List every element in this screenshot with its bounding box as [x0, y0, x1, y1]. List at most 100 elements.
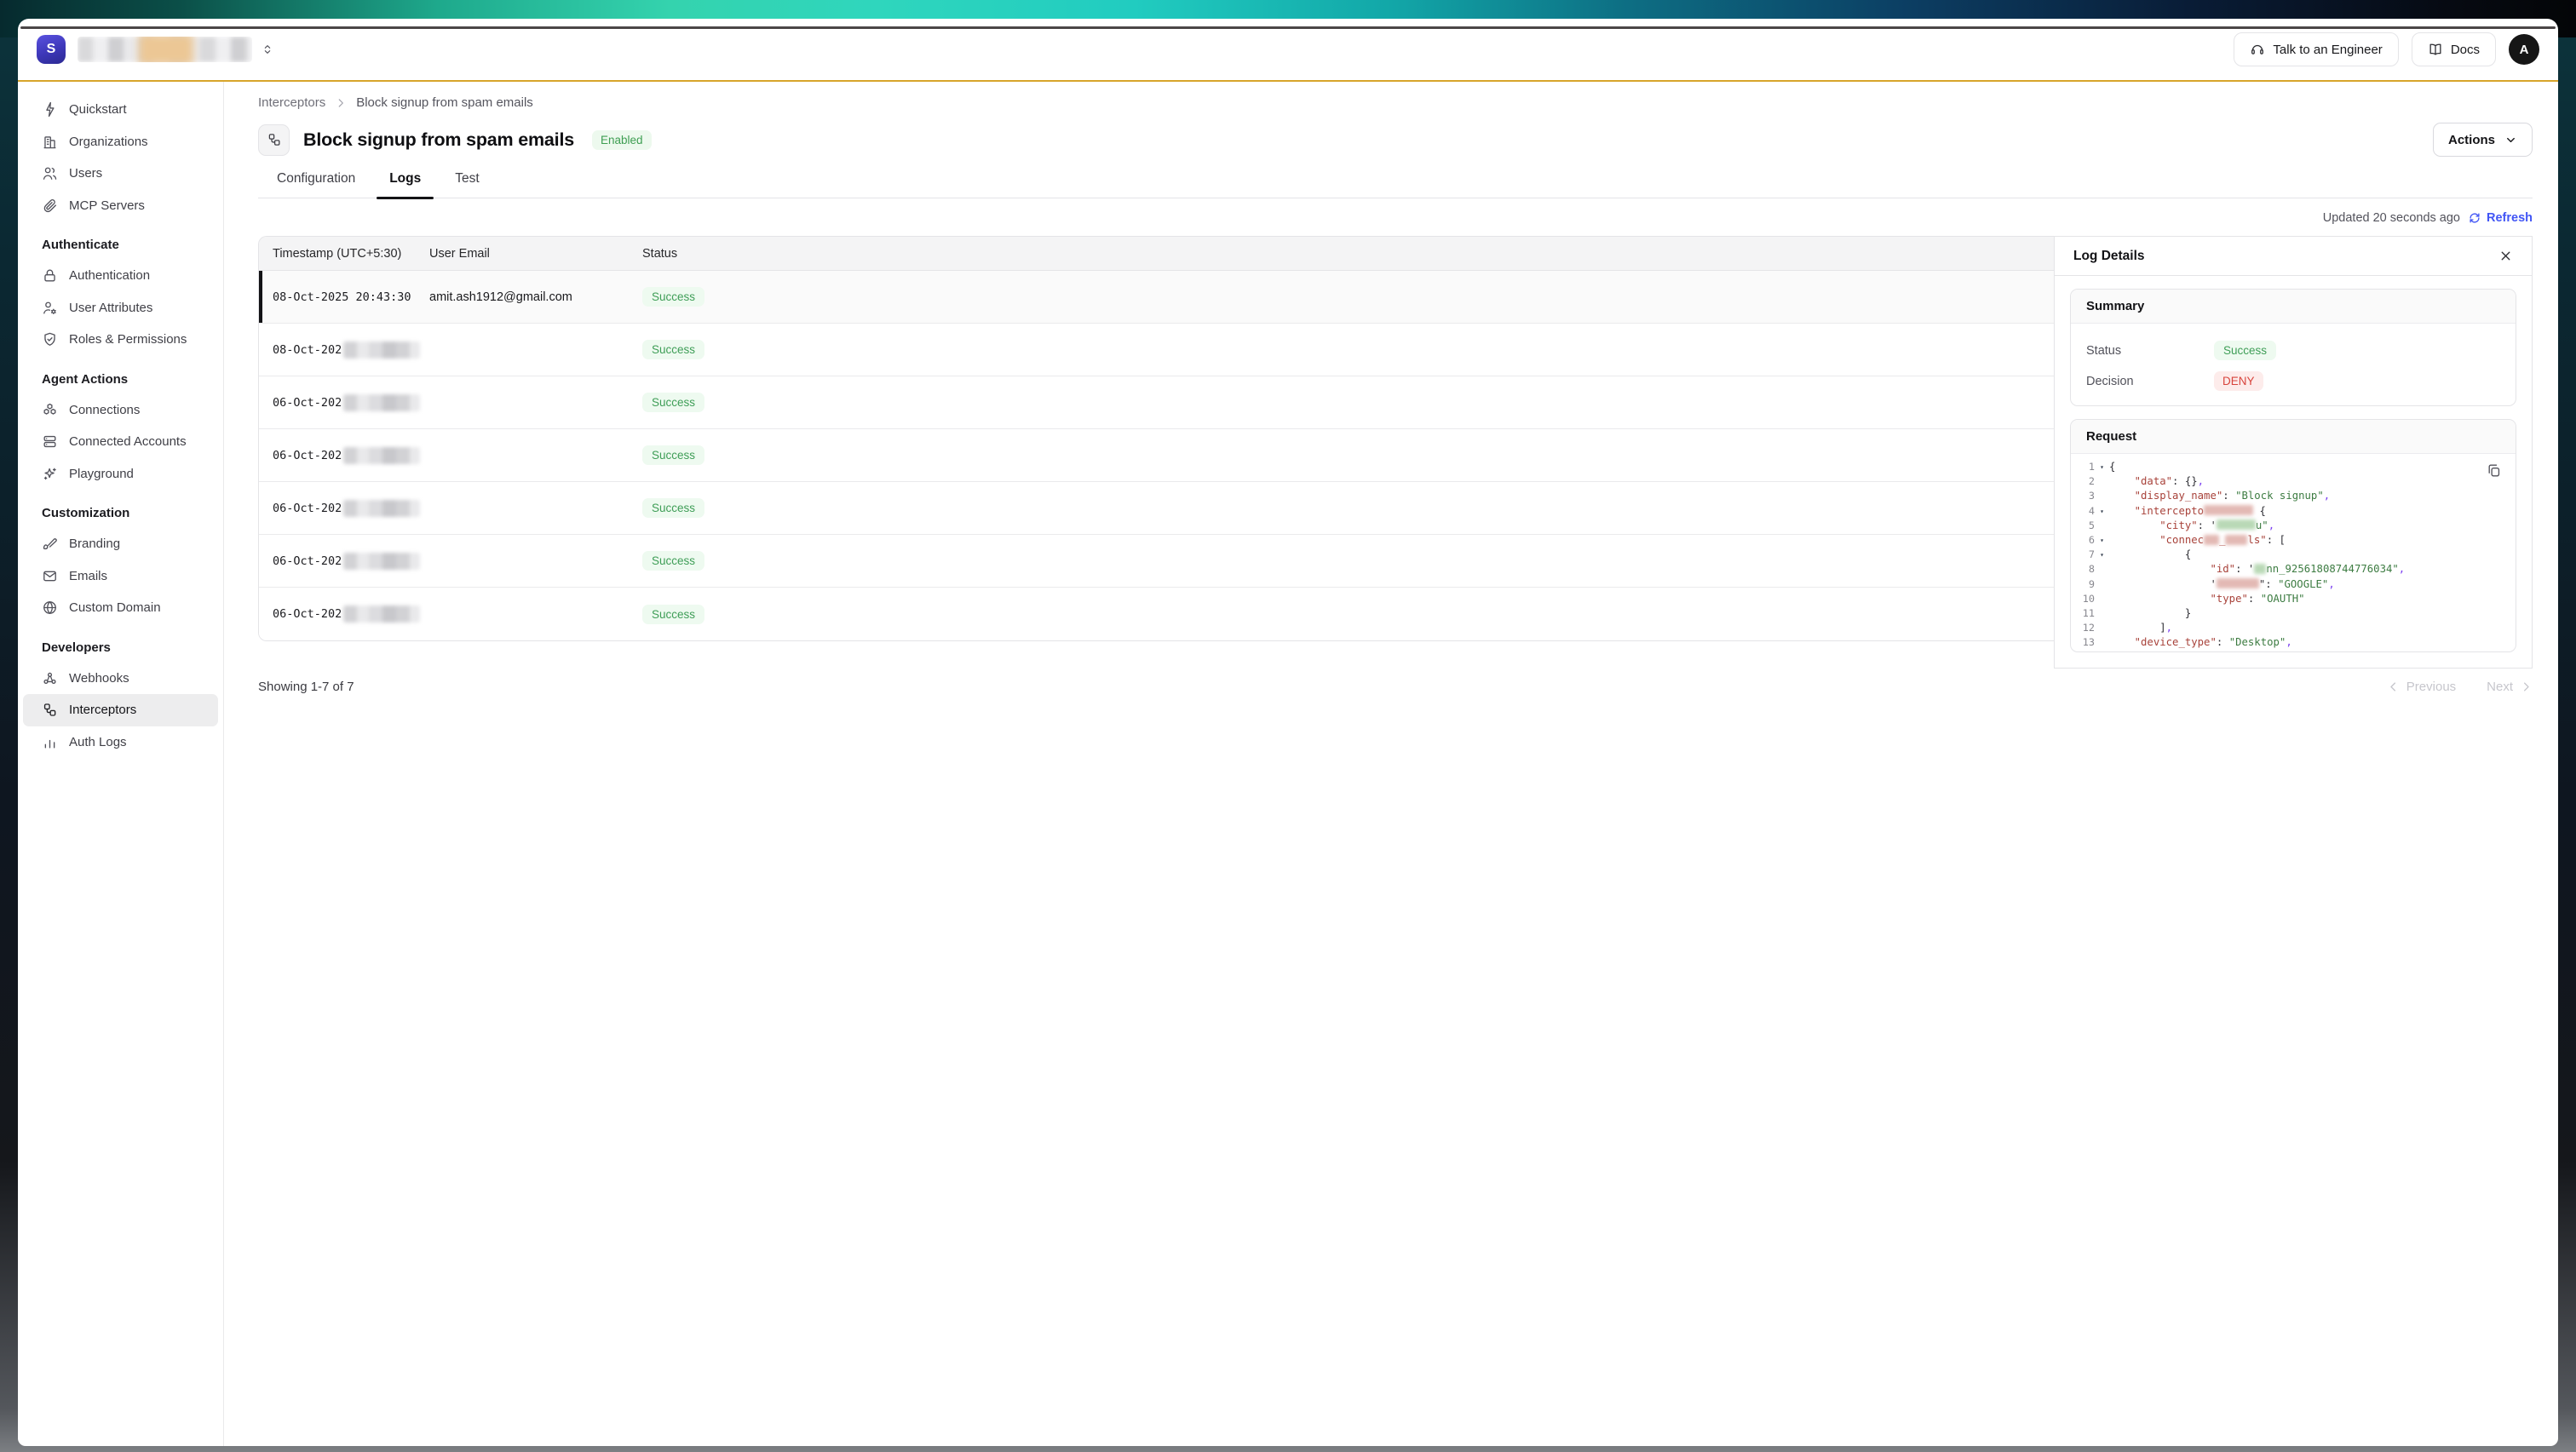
docs-button[interactable]: Docs [2412, 32, 2496, 66]
actions-button[interactable]: Actions [2433, 123, 2533, 157]
line-number: 1 [2071, 460, 2095, 474]
bolt-icon [42, 101, 58, 118]
sidebar-heading-developers: Developers [18, 624, 223, 663]
redacted-timestamp [343, 500, 420, 517]
sidebar-item-interceptors[interactable]: Interceptors [23, 694, 218, 726]
shield-check-icon [42, 331, 58, 347]
caret-spacer [2095, 592, 2109, 606]
json-line: 10 "type": "OAUTH" [2071, 592, 2516, 606]
table-row[interactable]: 06-Oct-202Success [259, 535, 2054, 588]
refresh-button[interactable]: Refresh [2468, 211, 2533, 225]
enabled-badge: Enabled [592, 130, 652, 150]
sidebar-item-roles-permissions[interactable]: Roles & Permissions [23, 324, 218, 356]
refresh-label: Refresh [2487, 211, 2533, 225]
cubes-icon [42, 402, 58, 418]
collapse-caret-icon[interactable]: ▾ [2095, 533, 2109, 548]
previous-button[interactable]: Previous [2387, 680, 2456, 694]
sidebar-item-authentication[interactable]: Authentication [23, 260, 218, 292]
page-header: Block signup from spam emails Enabled Ac… [258, 123, 2533, 157]
app-window: S Talk to an Engineer Docs A QuickstartO… [18, 19, 2558, 1446]
cell-timestamp: 06-Oct-202 [259, 447, 429, 464]
sidebar-item-custom-domain[interactable]: Custom Domain [23, 592, 218, 624]
json-line: 1▾{ [2071, 460, 2516, 474]
org-switcher-chevrons-icon[interactable] [261, 43, 274, 56]
sidebar-item-branding[interactable]: Branding [23, 528, 218, 560]
top-bar-actions: Talk to an Engineer Docs A [2234, 32, 2539, 66]
mail-icon [42, 568, 58, 584]
decision-badge: DENY [2214, 371, 2263, 391]
sidebar-item-label: Auth Logs [69, 735, 127, 749]
interceptor-icon [267, 132, 282, 147]
org-switcher-redacted[interactable] [78, 37, 252, 62]
redacted-json-value [2217, 519, 2256, 530]
table-row[interactable]: 06-Oct-202Success [259, 482, 2054, 535]
refresh-icon [2468, 211, 2481, 225]
sidebar-item-playground[interactable]: Playground [23, 458, 218, 491]
sidebar-item-label: Playground [69, 467, 134, 481]
chevron-right-icon [335, 97, 347, 109]
next-button[interactable]: Next [2487, 680, 2533, 694]
sidebar-item-emails[interactable]: Emails [23, 560, 218, 593]
cell-timestamp: 06-Oct-202 [259, 553, 429, 570]
sidebar-item-label: Branding [69, 537, 120, 551]
breadcrumb-parent[interactable]: Interceptors [258, 95, 325, 110]
sidebar-item-quickstart[interactable]: Quickstart [23, 94, 218, 126]
redacted-timestamp [343, 605, 420, 623]
sidebar-item-label: Connections [69, 403, 140, 417]
caret-spacer [2095, 519, 2109, 533]
sidebar-item-label: Authentication [69, 268, 150, 283]
log-details-header: Log Details [2055, 237, 2532, 276]
redacted-json-value [2204, 535, 2219, 545]
breadcrumb: Interceptors Block signup from spam emai… [258, 95, 2533, 110]
sidebar-item-webhooks[interactable]: Webhooks [23, 663, 218, 695]
table-body: 08-Oct-2025 20:43:30amit.ash1912@gmail.c… [259, 271, 2054, 640]
json-line: 9 '": "GOOGLE", [2071, 577, 2516, 592]
tab-configuration[interactable]: Configuration [277, 171, 355, 198]
caret-spacer [2095, 489, 2109, 503]
redaction-blur-accent [139, 37, 193, 62]
sidebar-item-connected-accounts[interactable]: Connected Accounts [23, 426, 218, 458]
tab-test[interactable]: Test [455, 171, 479, 198]
sidebar-item-label: Roles & Permissions [69, 332, 187, 347]
rows-icon [42, 433, 58, 450]
summary-row-decision: Decision DENY [2086, 371, 2500, 391]
json-line: 5 "city": 'u", [2071, 519, 2516, 533]
sidebar-item-auth-logs[interactable]: Auth Logs [23, 726, 218, 759]
cell-status: Success [642, 605, 2054, 624]
request-json-viewer: 1▾{2 "data": {},3 "display_name": "Block… [2071, 454, 2516, 651]
sidebar-item-organizations[interactable]: Organizations [23, 126, 218, 158]
close-icon[interactable] [2498, 249, 2513, 263]
interceptor-icon [42, 702, 58, 718]
sidebar-item-label: Emails [69, 569, 107, 583]
success-badge: Success [642, 340, 704, 359]
table-header-row: Timestamp (UTC+5:30) User Email Status [259, 237, 2054, 271]
collapse-caret-icon[interactable]: ▾ [2095, 460, 2109, 474]
tab-logs[interactable]: Logs [389, 171, 421, 198]
line-number: 10 [2071, 592, 2095, 606]
column-header-email: User Email [429, 247, 642, 261]
talk-to-engineer-button[interactable]: Talk to an Engineer [2234, 32, 2398, 66]
table-row[interactable]: 08-Oct-2025 20:43:30amit.ash1912@gmail.c… [259, 271, 2054, 324]
sidebar-item-mcp-servers[interactable]: MCP Servers [23, 190, 218, 222]
table-row[interactable]: 06-Oct-202Success [259, 376, 2054, 429]
table-row[interactable]: 06-Oct-202Success [259, 588, 2054, 640]
collapse-caret-icon[interactable]: ▾ [2095, 504, 2109, 519]
cell-email: amit.ash1912@gmail.com [429, 290, 642, 304]
talk-to-engineer-label: Talk to an Engineer [2273, 43, 2382, 57]
table-row[interactable]: 08-Oct-202Success [259, 324, 2054, 376]
collapse-caret-icon[interactable]: ▾ [2095, 548, 2109, 562]
sidebar-item-user-attributes[interactable]: User Attributes [23, 292, 218, 324]
line-number: 12 [2071, 621, 2095, 635]
copy-icon[interactable] [2486, 462, 2502, 479]
sidebar-item-label: Webhooks [69, 671, 129, 686]
redacted-json-value [2204, 505, 2253, 515]
paperclip-icon [42, 198, 58, 214]
table-row[interactable]: 06-Oct-202Success [259, 429, 2054, 482]
line-number: 3 [2071, 489, 2095, 503]
line-number: 13 [2071, 635, 2095, 650]
sidebar-item-connections[interactable]: Connections [23, 394, 218, 427]
logs-table: Timestamp (UTC+5:30) User Email Status 0… [258, 236, 2054, 641]
user-avatar[interactable]: A [2509, 34, 2539, 65]
sidebar-item-users[interactable]: Users [23, 158, 218, 190]
log-details-panel: Log Details Summary Status Success [2054, 236, 2533, 669]
